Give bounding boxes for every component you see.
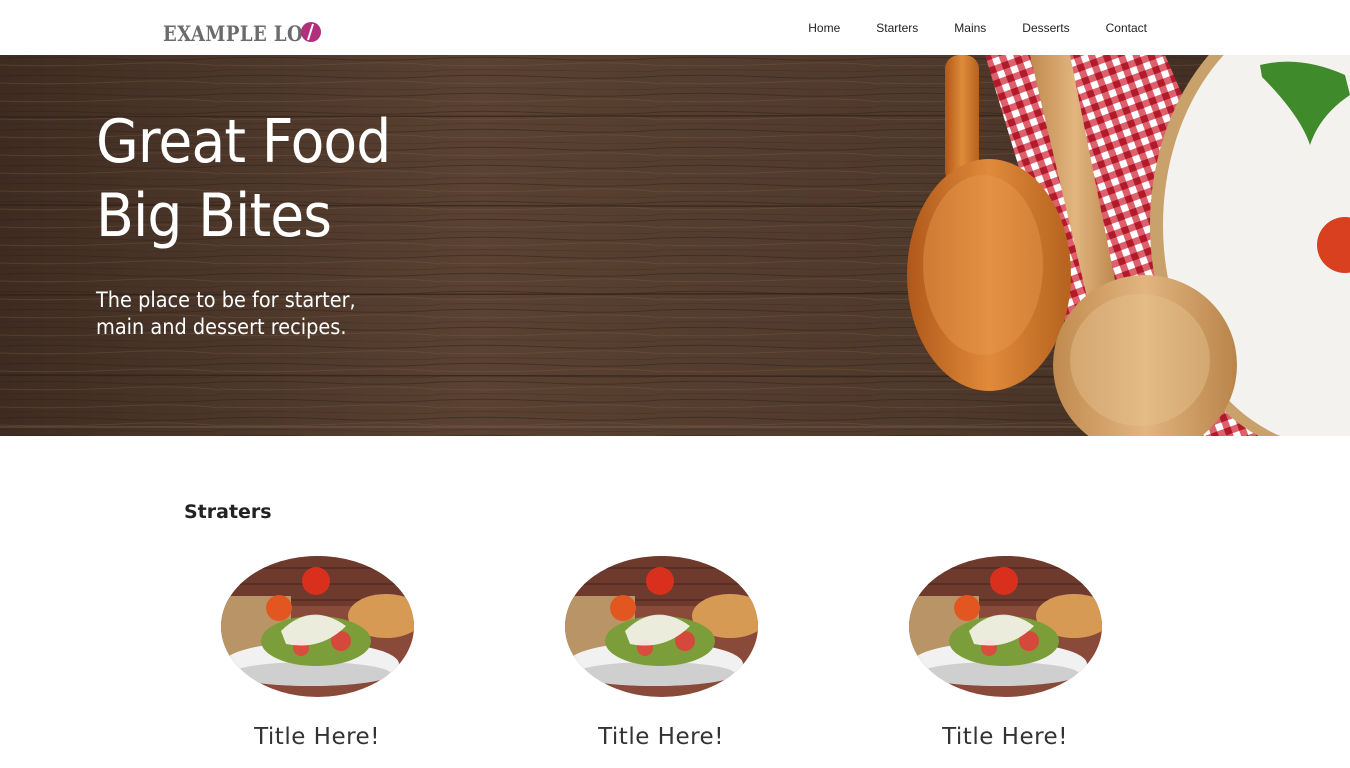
logo[interactable]: EXAMPLE LOG [163, 18, 344, 48]
recipe-thumbnail[interactable] [908, 556, 1102, 697]
recipe-thumbnail[interactable] [564, 556, 758, 697]
site-header: EXAMPLE LOG Home Starters Mains Desserts… [0, 0, 1350, 55]
hero-subtitle-line-1: The place to be for starter, [96, 288, 356, 312]
nav-mains[interactable]: Mains [954, 21, 986, 35]
logo-text: EXAMPLE LOG [163, 20, 320, 46]
hero-subtitle-line-2: main and dessert recipes. [96, 315, 347, 339]
recipe-card[interactable]: Title Here! [905, 556, 1105, 750]
nav-contact[interactable]: Contact [1106, 21, 1147, 35]
recipe-card[interactable]: Title Here! [217, 556, 417, 750]
section-title: Straters [184, 501, 272, 523]
hero-title-line-1: Great Food [96, 107, 391, 177]
hero-banner: Great Food Big Bites The place to be for… [0, 55, 1350, 436]
nav-home[interactable]: Home [808, 21, 840, 35]
main-nav: Home Starters Mains Desserts Contact [772, 21, 1147, 35]
recipe-card-title[interactable]: Title Here! [217, 724, 417, 750]
nav-desserts[interactable]: Desserts [1022, 21, 1069, 35]
recipe-card-title[interactable]: Title Here! [905, 724, 1105, 750]
recipe-card[interactable]: Title Here! [561, 556, 761, 750]
hero-title: Great Food Big Bites [96, 105, 391, 253]
recipe-thumbnail[interactable] [220, 556, 414, 697]
recipe-card-title[interactable]: Title Here! [561, 724, 761, 750]
nav-starters[interactable]: Starters [876, 21, 918, 35]
hero-title-line-2: Big Bites [96, 181, 332, 251]
logo-mark-icon [301, 22, 321, 42]
hero-subtitle: The place to be for starter, main and de… [96, 287, 356, 341]
